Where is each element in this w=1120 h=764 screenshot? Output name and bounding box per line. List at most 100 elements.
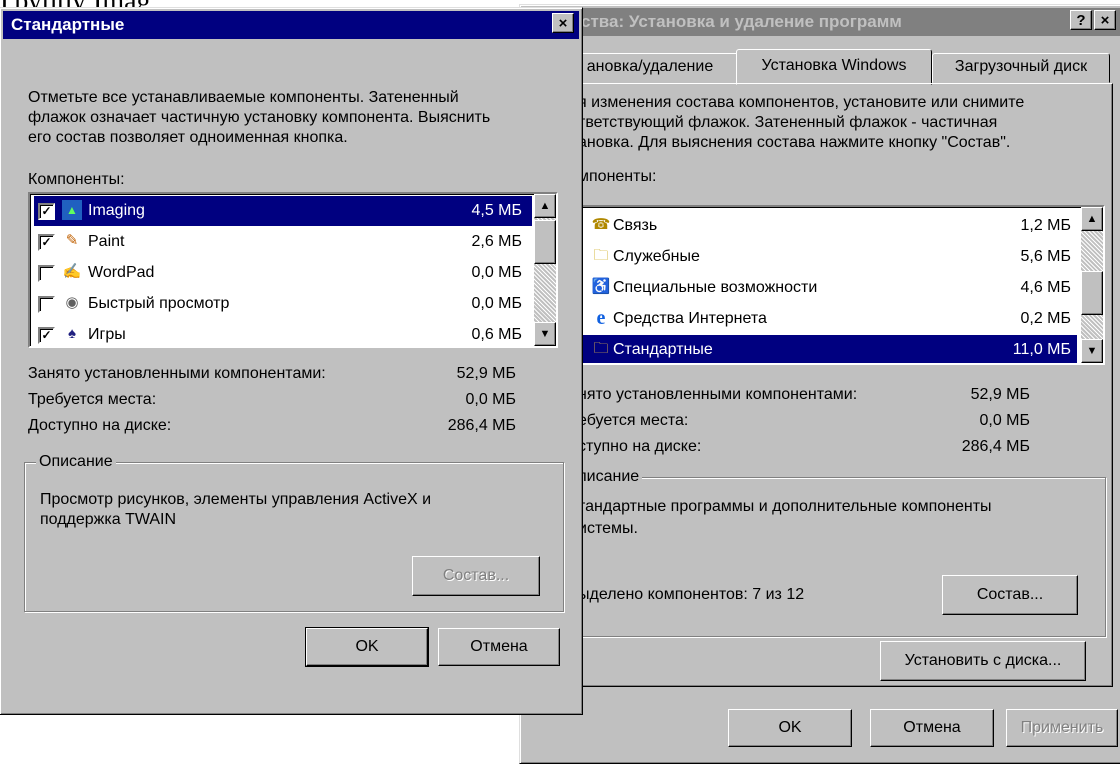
description-line-1: Просмотр рисунков, элементы управления A… [40,491,432,508]
component-size: 2,6 МБ [471,233,522,250]
selected-count: ыделено компонентов: 7 из 12 [578,586,805,603]
description-line-2: поддержка TWAIN [40,511,177,528]
component-size: 4,5 МБ [471,202,522,219]
back-components-label: мпоненты: [578,168,657,185]
back-close-button[interactable]: × [1094,10,1116,30]
back-stat-label-3: ступно на диске: [578,438,702,455]
accessories-title: Стандартные [11,15,125,34]
games-icon: ♠ [68,325,76,342]
add-remove-programs-window: ства: Установка и удаление программ ? × … [519,4,1120,764]
stat-label-required: Требуется места: [28,391,157,408]
back-description-label: писание [575,467,643,487]
scroll-thumb[interactable] [534,220,556,264]
details-button[interactable]: Состав... [412,556,540,596]
list-item[interactable]: ✍ WordPad 0,0 МБ [34,258,532,288]
back-stat-value-3: 286,4 МБ [961,438,1030,455]
back-description-line-2: истемы. [578,520,638,537]
back-description-line-1: тандартные программы и дополнительные ко… [578,498,992,515]
list-item[interactable]: ◉ Быстрый просмотр 0,0 МБ [34,289,532,319]
back-ok-button[interactable]: OK [728,709,852,747]
back-stat-label-2: ебуется места: [578,412,689,429]
description-label: Описание [36,452,116,472]
back-details-label: Состав... [976,586,1044,603]
component-name: Быстрый просмотр [88,295,230,312]
back-window-titlebar[interactable]: ства: Установка и удаление программ [523,8,1120,36]
component-size: 4,6 МБ [1020,279,1071,296]
list-item[interactable]: ✓ ✎ Paint 2,6 МБ [34,227,532,257]
scroll-up-button[interactable]: ▲ [1081,207,1103,231]
component-size: 5,6 МБ [1020,248,1071,265]
back-stat-label-1: нято установленными компонентами: [578,386,858,403]
back-window-title: ства: Установка и удаление программ [581,12,902,31]
components-label: Компоненты: [28,171,125,188]
back-stat-value-2: 0,0 МБ [979,412,1030,429]
list-item[interactable]: 🗀 Стандартные 11,0 МБ [581,335,1077,363]
back-details-button[interactable]: Состав... [942,575,1078,615]
component-checkbox[interactable] [38,265,55,282]
list-item[interactable]: ✓ ♠ Игры 0,6 МБ [34,320,532,346]
back-instructions-line-3: ановка. Для выяснения состава нажмите кн… [578,134,1011,151]
apply-button[interactable]: Применить [1006,709,1118,747]
list-item[interactable]: 🗀 Служебные 5,6 МБ [581,242,1077,272]
component-size: 0,6 МБ [471,326,522,343]
tab-install-remove[interactable]: ановка/удаление [560,53,740,83]
scroll-up-button[interactable]: ▲ [534,194,556,218]
back-list-scrollbar[interactable]: ▲ ▼ [1081,207,1103,363]
component-size: 0,0 МБ [471,264,522,281]
close-button[interactable]: × [552,13,574,33]
stat-label-available: Доступно на диске: [28,417,172,434]
cancel-button[interactable]: Отмена [438,628,560,666]
instructions-line-1: Отметьте все устанавливаемые компоненты.… [28,89,459,106]
folder-icon: 🗀 [593,340,609,357]
list-item[interactable]: ☎ Связь 1,2 МБ [581,211,1077,241]
component-size: 11,0 МБ [1012,341,1071,358]
scroll-down-button[interactable]: ▼ [1081,339,1103,363]
back-instructions-line-2: тветствующий флажок. Затененный флажок -… [578,114,998,131]
component-checkbox[interactable]: ✓ [38,203,55,220]
component-name: Imaging [88,202,145,219]
accessibility-icon: ♿ [591,278,611,295]
components-list[interactable]: ✓ ▲ Imaging 4,5 МБ ✓ ✎ Paint 2,6 МБ ✍ Wo… [28,192,558,348]
component-size: 1,2 МБ [1020,217,1071,234]
tab-windows-setup[interactable]: Установка Windows [736,49,932,85]
component-name: Специальные возможности [613,279,818,296]
list-item[interactable]: ✓ ▲ Imaging 4,5 МБ [34,196,532,226]
tab-startup-disk[interactable]: Загрузочный диск [932,53,1110,83]
component-name: Связь [613,217,658,234]
component-name: WordPad [88,264,155,281]
internet-explorer-icon: e [596,307,606,329]
component-size: 0,2 МБ [1020,310,1071,327]
ok-button[interactable]: OK [305,627,429,667]
folder-icon: 🗀 [593,247,609,264]
stat-value-available: 286,4 МБ [447,417,516,434]
scroll-down-button[interactable]: ▼ [534,322,556,346]
component-checkbox[interactable] [38,296,55,313]
back-cancel-button[interactable]: Отмена [870,709,994,747]
imaging-icon: ▲ [62,200,82,220]
phone-icon: ☎ [591,216,611,233]
component-name: Служебные [613,248,700,265]
scroll-thumb[interactable] [1081,271,1103,315]
stat-value-used: 52,9 МБ [456,365,516,382]
accessories-dialog: Стандартные × Отметьте все устанавливаем… [0,7,583,715]
component-checkbox[interactable]: ✓ [38,234,55,251]
components-scrollbar[interactable]: ▲ ▼ [534,194,556,346]
back-components-list[interactable]: ☎ Связь 1,2 МБ 🗀 Служебные 5,6 МБ ♿ Спец… [575,205,1105,365]
back-instructions-line-1: я изменения состава компонентов, установ… [578,94,1025,111]
stat-value-required: 0,0 МБ [465,391,516,408]
instructions-line-3: его состав позволяет одноименная кнопка. [28,129,348,146]
paint-icon: ✎ [65,232,79,249]
list-item[interactable]: e Средства Интернета 0,2 МБ [581,304,1077,334]
quickview-icon: ◉ [65,294,79,311]
component-name: Игры [88,326,126,343]
component-name: Paint [88,233,125,250]
instructions-line-2: флажок означает частичную установку комп… [28,109,491,126]
component-size: 0,0 МБ [471,295,522,312]
install-from-disk-button[interactable]: Установить с диска... [880,641,1086,681]
list-item[interactable]: ♿ Специальные возможности 4,6 МБ [581,273,1077,303]
component-checkbox[interactable]: ✓ [38,327,55,344]
accessories-titlebar[interactable]: Стандартные [3,11,579,39]
help-button[interactable]: ? [1070,10,1092,30]
back-stat-value-1: 52,9 МБ [970,386,1030,403]
component-name: Стандартные [613,341,713,358]
